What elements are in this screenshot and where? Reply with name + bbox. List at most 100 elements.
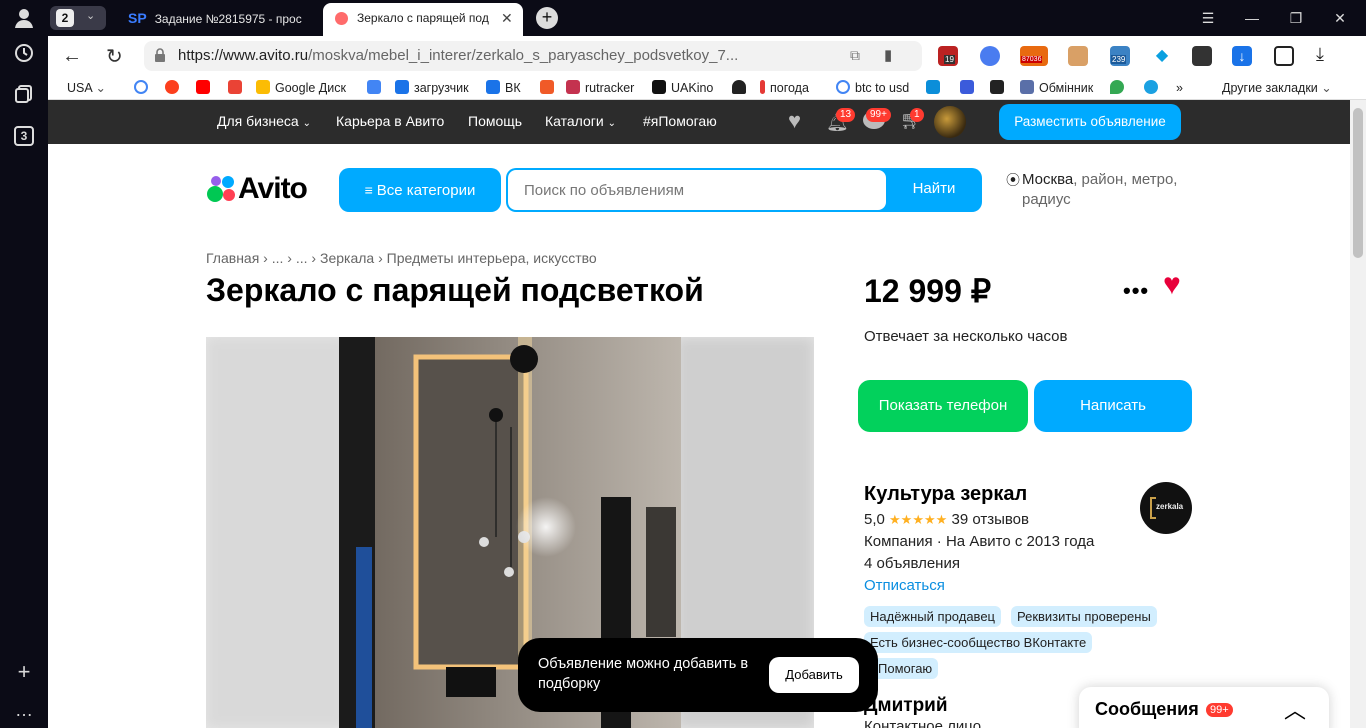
breadcrumb-item[interactable]: ... [296, 250, 308, 266]
tabs-count: 3 [14, 126, 34, 146]
extension-icon[interactable] [1068, 46, 1088, 66]
nav-catalogs[interactable]: Каталоги ⌄ [545, 113, 616, 129]
copy-icon[interactable]: ⧉ [850, 47, 860, 64]
chess-icon[interactable] [732, 80, 751, 96]
extension-icon[interactable] [1192, 46, 1212, 66]
back-icon[interactable]: ← [62, 45, 82, 68]
tab-task[interactable]: SP Задание №2815975 - прос [128, 3, 318, 33]
nav-help[interactable]: Помощь [468, 113, 522, 129]
diamond-icon[interactable]: ◆ [1152, 46, 1172, 66]
avito-logo-icon[interactable] [206, 175, 238, 205]
search-input[interactable] [508, 170, 886, 210]
page-scrollbar[interactable] [1350, 100, 1366, 728]
write-message-button[interactable]: Написать [1034, 380, 1192, 432]
url-domain: https://www.avito.ru [178, 47, 309, 64]
bookmark-rutracker[interactable]: rutracker [566, 80, 634, 96]
favorites-heart-icon[interactable]: ♥ [788, 110, 801, 132]
restore-icon[interactable]: ❐ [1274, 0, 1318, 36]
bookmark-vk[interactable]: ВК [486, 80, 521, 96]
bookmark-exchanger[interactable]: Обмінник [1020, 80, 1093, 96]
minimize-icon[interactable]: — [1230, 0, 1274, 36]
chevron-down-icon: ⌄ [86, 10, 96, 22]
cart-badge: 1 [910, 108, 924, 122]
seller-name[interactable]: Культура зеркал [864, 483, 1027, 506]
downloads-icon[interactable]: ⤓ [1316, 44, 1324, 65]
download-ext-icon[interactable]: ↓ [1232, 46, 1252, 66]
reload-icon[interactable]: ↻ [106, 44, 123, 69]
add-to-collection-button[interactable]: Добавить [769, 657, 859, 693]
breadcrumb-interior[interactable]: Предметы интерьера, искусство [387, 250, 597, 266]
bookmark-loader[interactable]: загрузчик [395, 80, 469, 96]
bookmark-btc[interactable]: btc to usd [836, 80, 909, 96]
maps-pin-icon[interactable] [1110, 80, 1129, 96]
nav-business[interactable]: Для бизнеса ⌄ [217, 113, 311, 129]
bookmark-bc-icon[interactable] [990, 80, 1009, 96]
bookmark-blue-icon[interactable] [960, 80, 979, 96]
post-ad-button[interactable]: Разместить объявление [999, 104, 1181, 140]
unsubscribe-link[interactable]: Отписаться [864, 577, 945, 594]
youtube-icon[interactable] [196, 80, 215, 96]
address-row: ← ↻ https://www.avito.ru/moskva/mebel_i_… [48, 36, 1366, 76]
avatar[interactable] [934, 106, 966, 138]
extension-icon[interactable] [1274, 46, 1294, 66]
favorite-heart-icon[interactable]: ♥ [1163, 270, 1181, 300]
nav-career[interactable]: Карьера в Авито [336, 113, 444, 129]
window-close-icon[interactable]: ✕ [1318, 0, 1362, 36]
gmail-icon[interactable] [228, 80, 247, 96]
nav-help-hashtag[interactable]: #яПомогаю [643, 113, 717, 129]
extension-icon[interactable] [980, 46, 1000, 66]
web-page: Для бизнеса ⌄ Карьера в Авито Помощь Кат… [48, 100, 1350, 728]
loop-icon [395, 80, 409, 94]
bookmark-icon[interactable]: ▮ [884, 46, 892, 64]
seller-ads-count[interactable]: 4 объявления [864, 555, 960, 572]
profile-icon[interactable] [12, 7, 36, 31]
history-icon[interactable] [12, 43, 36, 67]
messages-widget[interactable]: Сообщения 99+ ︿ [1079, 687, 1329, 728]
add-panel-icon[interactable]: + [12, 660, 36, 684]
bookmark-uakino[interactable]: UAKino [652, 80, 713, 96]
categories-search-icon: ≡ [364, 182, 373, 198]
bookmark-weather[interactable]: погода [760, 80, 809, 96]
new-tab-button[interactable]: + [536, 7, 558, 29]
more-options-icon[interactable]: ••• [1123, 278, 1149, 304]
sparkle-icon[interactable] [1144, 80, 1163, 96]
chevron-up-icon[interactable]: ︿ [1284, 693, 1306, 725]
show-phone-button[interactable]: Показать телефон [858, 380, 1028, 432]
tabs-count-button[interactable]: 3 [12, 124, 36, 148]
tab-group-button[interactable]: 2 ⌄ [50, 6, 106, 30]
extension-icon[interactable]: 87036 [1020, 46, 1048, 66]
scrollbar-thumb[interactable] [1353, 108, 1363, 258]
seller-avatar[interactable]: zerkala [1140, 482, 1192, 534]
translate-icon[interactable] [367, 80, 386, 96]
search-button[interactable]: Найти [886, 168, 982, 212]
location-selector[interactable]: ⦿ Москва, район, метро, радиус [1006, 170, 1196, 210]
tab-label: Зеркало с парящей под [357, 11, 489, 25]
seller-company: Компания · На Авито с 2013 года [864, 533, 1095, 550]
menu-icon[interactable]: ☰ [1186, 0, 1230, 36]
parking-icon[interactable] [926, 80, 945, 96]
yandex-icon[interactable] [165, 80, 184, 96]
extension-icon[interactable]: 19 [938, 46, 958, 66]
tab-avito[interactable]: Зеркало с парящей под ✕ [323, 3, 523, 36]
avito-logo-text[interactable]: Avito [238, 172, 308, 206]
bookmark-google-drive[interactable]: Google Диск [256, 80, 346, 96]
reviews-link[interactable]: 39 отзывов [951, 511, 1029, 528]
more-icon[interactable]: … [12, 698, 36, 722]
breadcrumb-home[interactable]: Главная [206, 250, 259, 266]
other-bookmarks[interactable]: Другие закладки ⌄ [1222, 80, 1332, 96]
bookmark-f-icon[interactable] [540, 80, 559, 96]
google-icon[interactable] [134, 80, 153, 96]
extension-icon[interactable]: 239 [1110, 46, 1130, 66]
more-bookmarks-button[interactable]: » [1176, 80, 1183, 96]
avito-top-nav: Для бизнеса ⌄ Карьера в Авито Помощь Кат… [48, 100, 1350, 144]
play-icon [486, 80, 500, 94]
breadcrumb-mirrors[interactable]: Зеркала [320, 250, 374, 266]
rating-stars-icon: ★★★★★ [889, 512, 948, 527]
address-bar[interactable]: https://www.avito.ru/moskva/mebel_i_inte… [144, 41, 922, 71]
collections-icon[interactable] [12, 84, 36, 108]
bookmark-usa[interactable]: USA ⌄ [67, 80, 106, 96]
breadcrumb-item[interactable]: ... [272, 250, 284, 266]
record-favicon-icon [335, 12, 348, 25]
all-categories-button[interactable]: ≡ Все категории [339, 168, 501, 212]
close-icon[interactable]: ✕ [501, 3, 513, 33]
